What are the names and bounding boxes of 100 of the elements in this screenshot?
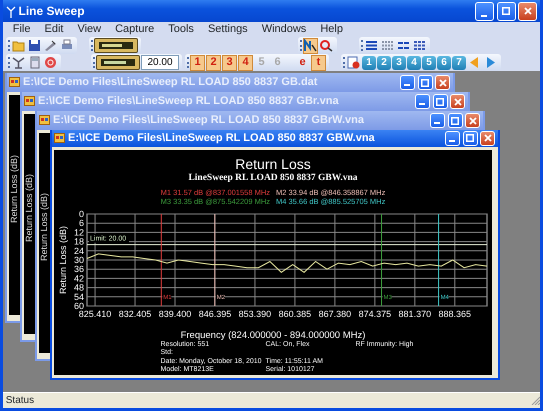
y-tick-label: 42 xyxy=(74,272,84,283)
window-number-button[interactable]: 2 xyxy=(377,56,391,70)
y-tick-label: 36 xyxy=(74,264,84,274)
x-tick-label: 881.370 xyxy=(398,308,432,318)
trace-button[interactable]: 2 xyxy=(206,54,221,70)
instrument-button[interactable] xyxy=(94,38,138,53)
pen-icon xyxy=(44,39,57,52)
window-title: E:\ICE Demo Files\LineSweep RL LOAD 850 8837 GB.dat xyxy=(23,75,318,90)
stop-button[interactable] xyxy=(43,54,58,70)
close-icon xyxy=(484,134,492,142)
y-tick-label: 12 xyxy=(74,226,84,237)
minimize-icon xyxy=(449,140,456,142)
y-tick-label: 54 xyxy=(74,291,84,302)
close-icon xyxy=(438,78,447,86)
axis-label: Return Loss (dB) xyxy=(9,155,19,224)
y-tick-label: 48 xyxy=(74,282,84,292)
window-number-button[interactable]: 6 xyxy=(437,56,451,70)
line-style-icon xyxy=(381,39,394,52)
print-icon xyxy=(60,39,73,52)
close-icon xyxy=(454,98,462,106)
cursor-button[interactable] xyxy=(303,38,318,54)
y-axis-label: Return Loss (dB) xyxy=(58,225,68,294)
maximize-icon xyxy=(466,134,474,142)
minimize-icon xyxy=(404,84,410,86)
save-icon xyxy=(28,39,41,52)
pen-button[interactable] xyxy=(43,38,58,54)
window-number-button[interactable]: 1 xyxy=(362,56,376,70)
instrument-icon xyxy=(100,58,136,67)
maximize-button[interactable] xyxy=(432,94,448,109)
y-tick-label: 60 xyxy=(74,300,84,310)
window-title: E:\ICE Demo Files\LineSweep RL LOAD 850 8837 GBW.vna xyxy=(68,131,376,146)
right-arrow-icon xyxy=(484,56,497,69)
chart-subtitle: LineSweep RL LOAD 850 8837 GBW.vna xyxy=(188,172,358,184)
axis-label: Return Loss (dB) xyxy=(39,193,49,262)
window-number-button[interactable]: 5 xyxy=(422,56,436,70)
maximize-button[interactable] xyxy=(462,130,478,146)
save-button[interactable] xyxy=(27,38,42,54)
line-style-icon xyxy=(365,39,378,52)
menu-item[interactable]: Help xyxy=(313,21,350,38)
stop-icon xyxy=(44,56,57,69)
trace-button[interactable]: 4 xyxy=(238,54,253,70)
y-tick-label: 24 xyxy=(74,245,84,256)
close-button[interactable] xyxy=(518,2,538,20)
y-tick-label: 6 xyxy=(78,218,84,228)
x-tick-label: 888.365 xyxy=(438,308,472,318)
line-style-icon xyxy=(413,39,426,52)
maximize-button[interactable] xyxy=(418,75,432,90)
menu-item[interactable]: Edit xyxy=(37,21,70,38)
folder-icon xyxy=(12,39,25,52)
trace-button[interactable]: 1 xyxy=(190,54,205,70)
instrument-icon xyxy=(98,41,134,50)
minimize-icon xyxy=(481,14,488,16)
trace-button[interactable]: 3 xyxy=(222,54,237,70)
line-style-icon xyxy=(397,39,410,52)
x-tick-label: 825.410 xyxy=(78,308,112,318)
minimize-button[interactable] xyxy=(430,113,445,128)
maximize-button[interactable] xyxy=(448,113,462,128)
mode-button[interactable]: e xyxy=(295,54,310,70)
maximize-icon xyxy=(421,78,429,86)
antenna-icon xyxy=(12,56,25,69)
maximize-button[interactable] xyxy=(496,2,516,20)
page-icon xyxy=(347,56,360,69)
limit-input[interactable]: 20.00 xyxy=(141,55,179,70)
menu-item[interactable]: Settings xyxy=(200,21,255,38)
window-title: E:\ICE Demo Files\LineSweep RL LOAD 850 8837 GBr.vna xyxy=(38,94,340,110)
y-tick-label: 30 xyxy=(74,254,84,264)
window-number-button[interactable]: 7 xyxy=(452,56,466,70)
cursor-icon xyxy=(304,39,317,52)
x-tick-label: 874.375 xyxy=(358,308,392,318)
minimize-button[interactable] xyxy=(444,130,460,146)
close-button[interactable] xyxy=(435,75,450,90)
menu-item[interactable]: File xyxy=(6,21,38,38)
x-tick-label: 867.380 xyxy=(318,308,352,318)
calculator-icon xyxy=(28,56,41,69)
antenna-button[interactable] xyxy=(11,54,26,70)
close-button[interactable] xyxy=(465,113,480,128)
menu-item[interactable]: Windows xyxy=(254,21,314,38)
x-tick-label: 832.405 xyxy=(118,308,152,318)
chart-title: Return Loss xyxy=(235,156,311,172)
maximize-icon xyxy=(451,116,459,124)
maximize-icon xyxy=(502,7,510,15)
close-button[interactable] xyxy=(480,130,496,146)
x-tick-label: 839.400 xyxy=(158,308,192,318)
status-text: Status xyxy=(6,394,36,408)
window-number-button[interactable]: 3 xyxy=(392,56,406,70)
minimize-button[interactable] xyxy=(414,94,430,109)
window-number-button[interactable]: 4 xyxy=(407,56,421,70)
minimize-icon xyxy=(434,122,440,124)
menu-item[interactable]: Capture xyxy=(108,21,162,38)
menu-item[interactable]: Tools xyxy=(161,21,201,38)
mode-button[interactable]: t xyxy=(311,54,326,70)
menu-item[interactable]: View xyxy=(70,21,108,38)
x-tick-label: 860.385 xyxy=(278,308,312,318)
minimize-icon xyxy=(419,103,426,105)
axis-label: Return Loss (dB) xyxy=(24,174,34,242)
instrument-button[interactable] xyxy=(96,55,140,70)
minimize-button[interactable] xyxy=(474,2,494,20)
close-button[interactable] xyxy=(450,94,466,109)
page-button[interactable] xyxy=(346,54,361,70)
minimize-button[interactable] xyxy=(400,75,415,90)
